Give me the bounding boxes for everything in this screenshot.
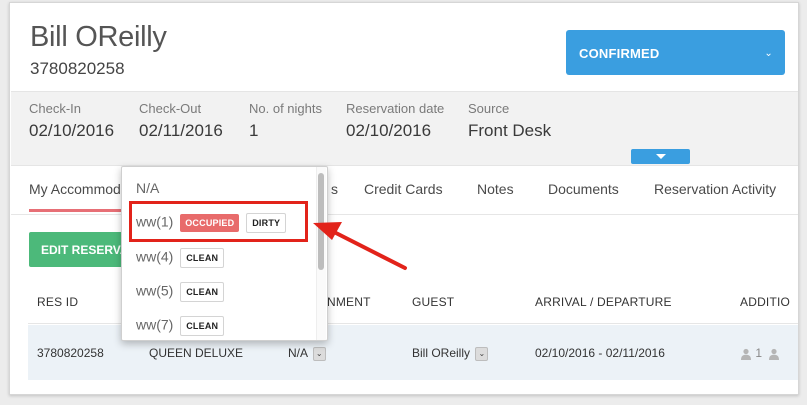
summary-value: 02/10/2016 <box>29 121 115 140</box>
person-icon <box>741 348 751 360</box>
summary-nights: No. of nights 1 <box>249 101 322 141</box>
summary-source: Source Front Desk <box>468 101 551 141</box>
summary-label: Reservation date <box>346 101 445 116</box>
room-option-label: ww(5) <box>136 282 174 299</box>
summary-check-in: Check-In 02/10/2016 <box>29 101 114 141</box>
dropdown-scroll-thumb[interactable] <box>318 173 324 270</box>
chevron-down-icon: ⌄ <box>764 48 773 59</box>
summary-label: Check-In <box>29 101 82 116</box>
room-option-label: N/A <box>136 180 160 196</box>
guest-select[interactable]: Bill OReilly ⌄ <box>412 346 489 361</box>
status-badge: CLEAN <box>180 316 225 336</box>
status-dropdown[interactable]: CONFIRMED ⌄ <box>566 30 785 75</box>
callout-highlight-box <box>129 201 308 242</box>
column-additional: ADDITIO <box>740 295 791 309</box>
status-badge: CLEAN <box>180 248 225 268</box>
summary-value: 1 <box>249 121 259 140</box>
summary-value: 02/10/2016 <box>346 121 432 140</box>
tab-credit-cards[interactable]: Credit Cards <box>364 181 443 197</box>
summary-label: Source <box>468 101 510 116</box>
column-assignment: NMENT <box>327 295 371 309</box>
summary-value: Front Desk <box>468 121 552 140</box>
status-value: CONFIRMED <box>579 46 660 61</box>
chevron-down-icon: ⌄ <box>312 346 326 361</box>
cell-additional: 1 <box>740 346 780 360</box>
expand-details-button[interactable] <box>631 149 690 164</box>
chevron-down-icon: ⌄ <box>475 346 489 361</box>
cell-res-id: 3780820258 <box>37 346 104 360</box>
tab-notes[interactable]: Notes <box>477 181 514 197</box>
reservation-number: 3780820258 <box>30 59 125 78</box>
cell-room-type: QUEEN DELUXE <box>149 346 244 360</box>
adult-count: 1 <box>755 346 763 360</box>
summary-value: 02/11/2016 <box>139 121 223 140</box>
cell-dates: 02/10/2016 - 02/11/2016 <box>535 346 665 360</box>
column-res-id: RES ID <box>37 295 79 309</box>
room-option-ww7[interactable]: ww(7) CLEAN <box>136 316 225 336</box>
room-option-ww5[interactable]: ww(5) CLEAN <box>136 282 225 302</box>
person-icon <box>769 348 780 360</box>
summary-label: Check-Out <box>139 101 202 116</box>
tab-reservation-activity[interactable]: Reservation Activity <box>654 181 776 197</box>
tab-accommodations[interactable]: My Accommoda <box>29 181 129 212</box>
room-option-none[interactable]: N/A <box>136 180 159 196</box>
column-guest: GUEST <box>412 295 455 309</box>
room-option-label: ww(4) <box>136 248 174 265</box>
room-assignment-dropdown: N/A ww(1) OCCUPIED DIRTY ww(4) CLEAN ww(… <box>121 166 328 341</box>
tab-hidden-partial[interactable]: s <box>331 181 338 197</box>
summary-check-out: Check-Out 02/11/2016 <box>139 101 223 141</box>
room-option-label: ww(7) <box>136 316 174 333</box>
room-assignment-value: N/A <box>288 346 308 360</box>
room-option-ww4[interactable]: ww(4) CLEAN <box>136 248 225 268</box>
summary-label: No. of nights <box>249 101 322 116</box>
column-arrival-departure: ARRIVAL / DEPARTURE <box>535 295 672 309</box>
room-assignment-select[interactable]: N/A ⌄ <box>288 346 326 361</box>
status-badge: CLEAN <box>180 282 225 302</box>
cell-guest: Bill OReilly <box>412 346 471 360</box>
tab-documents[interactable]: Documents <box>548 181 619 197</box>
guest-name: Bill OReilly <box>30 21 167 53</box>
summary-reservation-date: Reservation date 02/10/2016 <box>346 101 444 141</box>
